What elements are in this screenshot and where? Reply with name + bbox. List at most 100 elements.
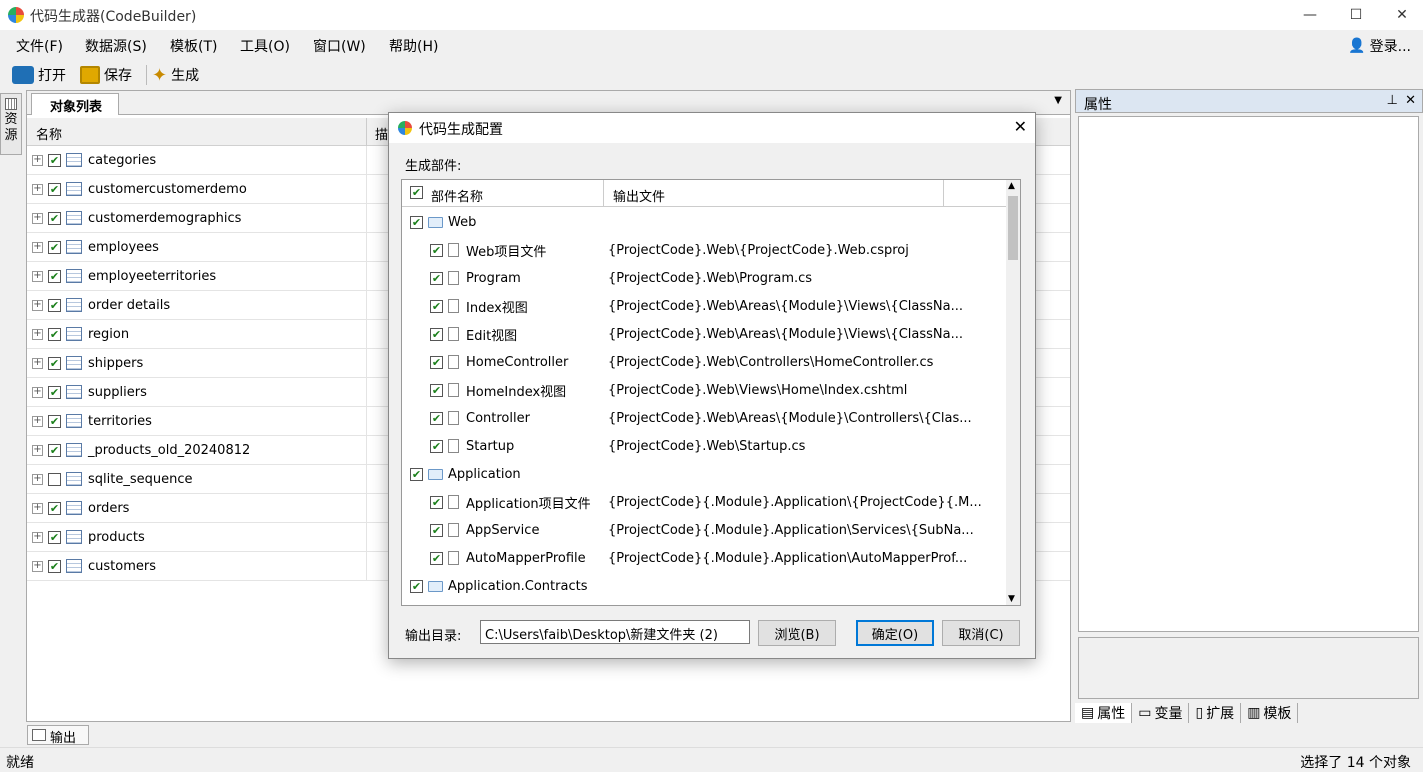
tree-group-row[interactable]: ✔ Application.Contracts (402, 572, 1002, 600)
row-checkbox[interactable]: ✔ (48, 530, 61, 544)
tab-extensions[interactable]: ▯ 扩展 (1189, 703, 1242, 723)
close-icon[interactable]: ✕ (1405, 93, 1416, 108)
cell-divider (366, 465, 367, 494)
login-button[interactable]: 👤 登录... (1348, 36, 1411, 56)
expand-icon[interactable]: + (32, 328, 43, 340)
expand-icon[interactable]: + (32, 270, 43, 282)
part-checkbox[interactable]: ✔ (410, 579, 423, 593)
menu-window[interactable]: 窗口(W) (313, 36, 366, 56)
column-header-output[interactable]: 输出文件 (613, 186, 665, 205)
part-checkbox[interactable]: ✔ (430, 271, 443, 285)
row-checkbox[interactable]: ✔ (48, 211, 61, 225)
expand-icon[interactable]: + (32, 531, 43, 543)
column-header-name[interactable]: 名称 (36, 124, 62, 143)
tree-item-row[interactable]: ✔ Web项目文件 {ProjectCode}.Web\{ProjectCode}.… (402, 236, 1002, 264)
part-checkbox[interactable]: ✔ (430, 383, 443, 397)
tree-item-row[interactable]: ✔ Startup {ProjectCode}.Web\Startup.cs (402, 432, 1002, 460)
tree-item-row[interactable]: ✔ Edit视图 {ProjectCode}.Web\Areas\{Module}\… (402, 320, 1002, 348)
expand-icon[interactable]: + (32, 212, 43, 224)
menu-tools[interactable]: 工具(O) (240, 36, 290, 56)
part-checkbox[interactable]: ✔ (430, 299, 443, 313)
property-grid[interactable] (1078, 116, 1419, 632)
expand-icon[interactable]: + (32, 154, 43, 166)
output-dir-input[interactable]: C:\Users\faib\Desktop\新建文件夹 (2) (480, 620, 750, 644)
scrollbar-thumb[interactable] (1008, 196, 1018, 260)
tab-properties[interactable]: ▤ 属性 (1075, 703, 1133, 723)
table-name: employees (88, 239, 159, 255)
part-checkbox[interactable]: ✔ (430, 551, 443, 565)
tree-item-row[interactable]: ✔ AppService {ProjectCode}{.Module}.Applic… (402, 516, 1002, 544)
row-checkbox[interactable]: ✔ (48, 501, 61, 515)
row-checkbox[interactable]: ✔ (48, 327, 61, 341)
expand-icon[interactable]: + (32, 560, 43, 572)
select-all-checkbox[interactable]: ✔ (410, 186, 423, 199)
expand-icon[interactable]: + (32, 444, 43, 456)
menu-template[interactable]: 模板(T) (170, 36, 217, 56)
browse-button[interactable]: 浏览(B) (758, 620, 836, 646)
row-checkbox[interactable]: ✔ (48, 240, 61, 254)
row-checkbox[interactable]: ✔ (48, 269, 61, 283)
dialog-close-button[interactable]: ✕ (1014, 117, 1027, 136)
cancel-button[interactable]: 取消(C) (942, 620, 1020, 646)
row-checkbox[interactable]: ✔ (48, 443, 61, 457)
expand-icon[interactable]: + (32, 183, 43, 195)
resource-sidebar-tab[interactable]: 资源 (0, 93, 22, 155)
save-button[interactable]: 保存 (80, 63, 132, 87)
expand-icon[interactable]: + (32, 386, 43, 398)
row-checkbox[interactable]: ✔ (48, 559, 61, 573)
tree-item-row[interactable]: ✔ HomeController {ProjectCode}.Web\Control… (402, 348, 1002, 376)
menu-datasource[interactable]: 数据源(S) (85, 36, 147, 56)
minimize-button[interactable]: — (1287, 0, 1333, 30)
expand-icon[interactable]: + (32, 241, 43, 253)
scroll-up-icon[interactable]: ▲ (1008, 181, 1015, 191)
tab-templates[interactable]: ▥ 模板 (1241, 703, 1299, 723)
close-button[interactable]: ✕ (1379, 0, 1423, 30)
generate-button[interactable]: ✦ 生成 (152, 63, 199, 87)
part-checkbox[interactable]: ✔ (430, 495, 443, 509)
column-header-part[interactable]: 部件名称 (431, 186, 483, 205)
part-checkbox[interactable]: ✔ (430, 327, 443, 341)
expand-icon[interactable]: + (32, 502, 43, 514)
part-checkbox[interactable]: ✔ (410, 467, 423, 481)
tree-scrollbar[interactable]: ▲ ▼ (1006, 180, 1020, 605)
tree-item-row[interactable]: ✔ HomeIndex视图 {ProjectCode}.Web\Views\Home… (402, 376, 1002, 404)
tree-item-row[interactable]: ✔ Controller {ProjectCode}.Web\Areas\{Modu… (402, 404, 1002, 432)
tree-item-row[interactable]: ✔ Application项目文件 {ProjectCode}{.Module}.A… (402, 488, 1002, 516)
tab-variables[interactable]: ▭ 变量 (1132, 703, 1190, 723)
column-header-desc[interactable]: 描 (375, 124, 388, 143)
open-button[interactable]: 打开 (12, 63, 66, 87)
tree-item-row[interactable]: ✔ Index视图 {ProjectCode}.Web\Areas\{Module}… (402, 292, 1002, 320)
toolbar-separator (146, 65, 147, 85)
expand-icon[interactable]: + (32, 299, 43, 311)
expand-icon[interactable]: + (32, 473, 43, 485)
dropdown-arrow-icon[interactable]: ▼ (1054, 95, 1062, 106)
tree-item-row[interactable]: ✔ Program {ProjectCode}.Web\Program.cs (402, 264, 1002, 292)
scroll-down-icon[interactable]: ▼ (1008, 594, 1015, 604)
part-checkbox[interactable]: ✔ (430, 439, 443, 453)
pin-icon[interactable]: ⊥ (1387, 93, 1398, 108)
row-checkbox[interactable]: ✔ (48, 414, 61, 428)
expand-icon[interactable]: + (32, 415, 43, 427)
row-checkbox[interactable]: ✔ (48, 356, 61, 370)
tab-output[interactable]: 输出 (27, 725, 89, 746)
tree-group-row[interactable]: ✔ Web (402, 208, 1002, 236)
part-checkbox[interactable]: ✔ (430, 243, 443, 257)
part-checkbox[interactable]: ✔ (430, 411, 443, 425)
maximize-button[interactable]: ☐ (1333, 0, 1379, 30)
part-checkbox[interactable]: ✔ (430, 355, 443, 369)
row-checkbox[interactable]: ✔ (48, 298, 61, 312)
tree-item-row[interactable]: ✔ AutoMapperProfile {ProjectCode}{.Module}… (402, 544, 1002, 572)
expand-icon[interactable]: + (32, 357, 43, 369)
row-checkbox[interactable] (48, 472, 61, 486)
row-checkbox[interactable]: ✔ (48, 153, 61, 167)
row-checkbox[interactable]: ✔ (48, 385, 61, 399)
part-checkbox[interactable]: ✔ (410, 215, 423, 229)
part-checkbox[interactable]: ✔ (430, 523, 443, 537)
tree-group-row[interactable]: ✔ Application (402, 460, 1002, 488)
row-checkbox[interactable]: ✔ (48, 182, 61, 196)
dialog-title: 代码生成配置 (419, 122, 503, 138)
tab-object-list[interactable]: 对象列表 (31, 93, 119, 115)
menu-help[interactable]: 帮助(H) (389, 36, 438, 56)
menu-file[interactable]: 文件(F) (16, 36, 63, 56)
ok-button[interactable]: 确定(O) (856, 620, 934, 646)
